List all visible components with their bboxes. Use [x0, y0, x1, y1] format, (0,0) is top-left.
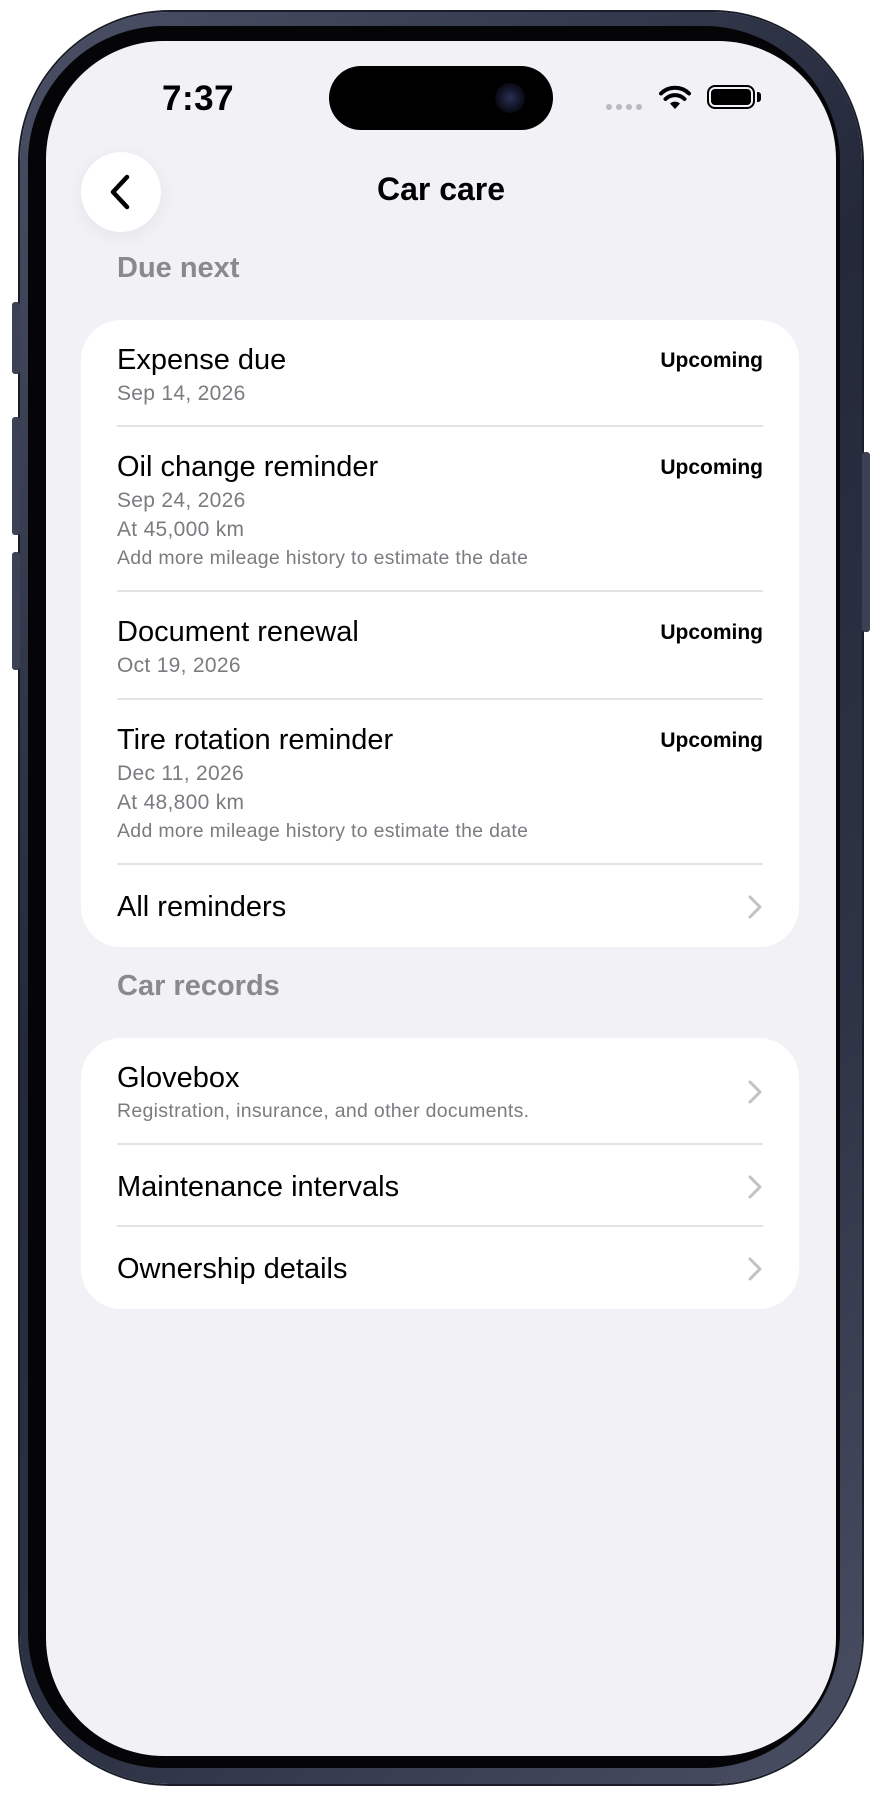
- reminder-title: Expense due: [117, 344, 287, 376]
- all-reminders-label: All reminders: [117, 891, 287, 923]
- record-row-glovebox[interactable]: Glovebox Registration, insurance, and ot…: [117, 1038, 763, 1145]
- reminder-date: Sep 24, 2026: [117, 489, 246, 512]
- battery-icon: [707, 85, 755, 109]
- reminder-date: Dec 11, 2026: [117, 762, 244, 785]
- reminder-date: Oct 19, 2026: [117, 654, 241, 677]
- reminder-title: Tire rotation reminder: [117, 724, 394, 756]
- section-label-car-records: Car records: [117, 970, 280, 1002]
- reminder-date: Sep 14, 2026: [117, 382, 246, 405]
- status-time: 7:37: [162, 79, 235, 118]
- reminder-row-tire-rotation[interactable]: Tire rotation reminder Upcoming Dec 11, …: [117, 700, 763, 865]
- record-title: Glovebox: [117, 1062, 240, 1094]
- battery-tip: [757, 92, 761, 102]
- status-badge: Upcoming: [660, 349, 763, 372]
- reminder-hint: Add more mileage history to estimate the…: [117, 820, 529, 842]
- volume-down-button: [12, 552, 20, 670]
- reminder-title: Oil change reminder: [117, 451, 379, 483]
- status-badge: Upcoming: [660, 621, 763, 644]
- record-subtitle: Registration, insurance, and other docum…: [117, 1100, 530, 1122]
- front-camera: [495, 83, 525, 113]
- record-title: Maintenance intervals: [117, 1171, 400, 1203]
- section-label-due-next: Due next: [117, 252, 240, 284]
- chevron-right-icon: [748, 895, 762, 919]
- wifi-icon: [659, 85, 691, 109]
- power-button: [862, 452, 870, 632]
- status-badge: Upcoming: [660, 456, 763, 479]
- reminder-mileage: At 48,800 km: [117, 791, 245, 814]
- chevron-right-icon: [748, 1080, 762, 1104]
- due-next-card: Expense due Upcoming Sep 14, 2026 Oil ch…: [81, 320, 799, 947]
- reminder-mileage: At 45,000 km: [117, 518, 245, 541]
- status-badge: Upcoming: [660, 729, 763, 752]
- record-row-ownership-details[interactable]: Ownership details: [117, 1227, 763, 1309]
- action-button: [12, 302, 20, 374]
- page-title: Car care: [376, 171, 506, 207]
- car-records-card: Glovebox Registration, insurance, and ot…: [81, 1038, 799, 1309]
- reminder-row-expense[interactable]: Expense due Upcoming Sep 14, 2026: [117, 320, 763, 427]
- reminder-title: Document renewal: [117, 616, 359, 648]
- chevron-right-icon: [748, 1175, 762, 1199]
- reminder-row-oil-change[interactable]: Oil change reminder Upcoming Sep 24, 202…: [117, 427, 763, 592]
- dynamic-island: [329, 66, 553, 130]
- reminder-hint: Add more mileage history to estimate the…: [117, 547, 529, 569]
- screen: 7:37 Car care Due next Expense due Upcom…: [46, 41, 836, 1756]
- record-title: Ownership details: [117, 1253, 348, 1285]
- chevron-right-icon: [748, 1257, 762, 1281]
- all-reminders-row[interactable]: All reminders: [117, 865, 763, 947]
- volume-up-button: [12, 417, 20, 535]
- record-row-maintenance-intervals[interactable]: Maintenance intervals: [117, 1145, 763, 1227]
- cellular-signal-icon: [606, 104, 642, 110]
- reminder-row-document-renewal[interactable]: Document renewal Upcoming Oct 19, 2026: [117, 592, 763, 700]
